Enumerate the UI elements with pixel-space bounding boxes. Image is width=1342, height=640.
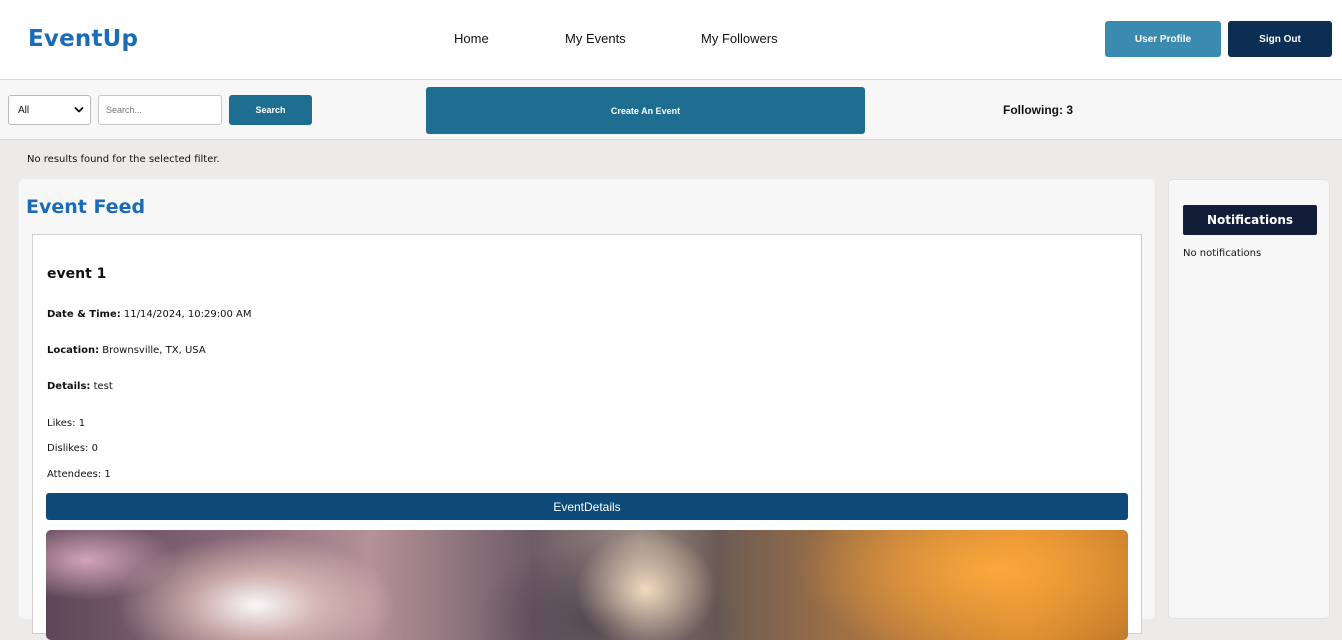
event-likes: Likes: 1 (47, 418, 86, 429)
event-image (46, 530, 1128, 640)
notifications-empty-message: No notifications (1183, 248, 1262, 259)
event-location-label: Location: (47, 345, 100, 356)
event-location-value: Brownsville, TX, USA (99, 345, 206, 356)
event-datetime-label: Date & Time: (47, 309, 121, 320)
nav-my-followers[interactable]: My Followers (701, 31, 778, 46)
brand-logo[interactable]: EventUp (28, 26, 138, 52)
following-count: Following: 3 (1003, 103, 1073, 117)
top-header: EventUp Home My Events My Followers User… (0, 0, 1342, 80)
event-datetime: Date & Time: 11/14/2024, 10:29:00 AM (47, 309, 251, 320)
event-details-button[interactable]: EventDetails (46, 493, 1128, 520)
search-button[interactable]: Search (229, 95, 312, 125)
event-title: event 1 (47, 266, 107, 282)
search-input[interactable] (98, 95, 222, 125)
filter-message: No results found for the selected filter… (27, 154, 220, 165)
create-event-button[interactable]: Create An Event (426, 87, 865, 134)
user-profile-button[interactable]: User Profile (1105, 21, 1221, 57)
event-feed-title: Event Feed (26, 196, 146, 218)
nav-home[interactable]: Home (454, 31, 489, 46)
toolbar: All Search Create An Event Following: 3 (0, 80, 1342, 140)
chevron-down-icon (74, 107, 84, 113)
event-attendees: Attendees: 1 (47, 469, 111, 480)
event-details-value: test (90, 381, 113, 392)
event-feed-panel: Event Feed event 1 Date & Time: 11/14/20… (19, 179, 1155, 640)
event-details: Details: test (47, 381, 113, 392)
filter-select[interactable]: All (8, 95, 91, 125)
notifications-panel: Notifications No notifications (1168, 179, 1330, 619)
event-location: Location: Brownsville, TX, USA (47, 345, 206, 356)
event-card: event 1 Date & Time: 11/14/2024, 10:29:0… (32, 234, 1142, 640)
notifications-title: Notifications (1183, 205, 1317, 235)
event-datetime-value: 11/14/2024, 10:29:00 AM (120, 309, 252, 320)
event-details-label: Details: (47, 381, 91, 392)
event-dislikes: Dislikes: 0 (47, 443, 98, 454)
sign-out-button[interactable]: Sign Out (1228, 21, 1332, 57)
nav-my-events[interactable]: My Events (565, 31, 626, 46)
filter-select-value: All (18, 104, 30, 116)
